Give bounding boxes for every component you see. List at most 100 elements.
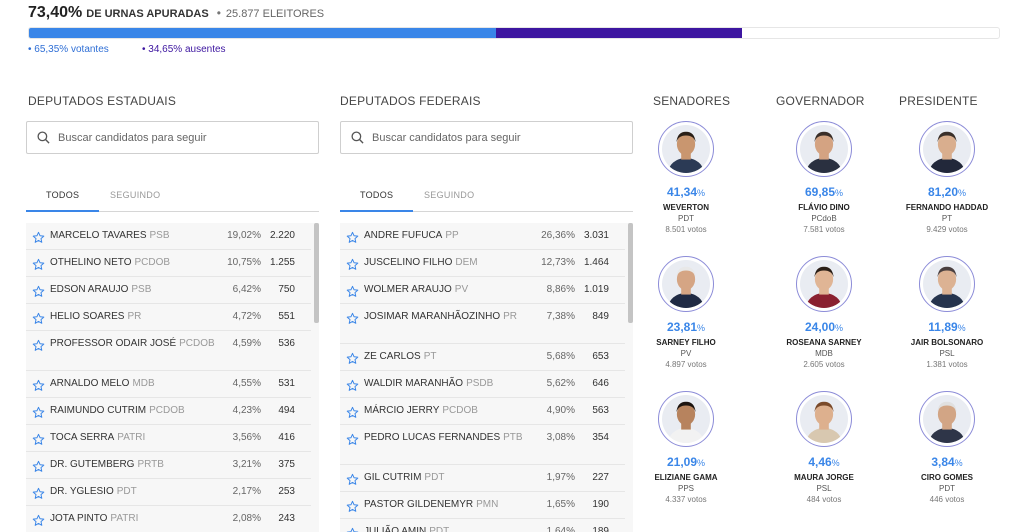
candidate-votes: 2.220	[269, 230, 295, 241]
candidate-votes: 3.031	[583, 230, 609, 241]
majority-candidate-card[interactable]: 23,81% SARNEY FILHO PV 4.897 votos	[636, 256, 736, 369]
section-title-governador: GOVERNADOR	[776, 94, 865, 108]
majority-candidate-card[interactable]: 69,85% FLÁVIO DINO PCdoB 7.581 votos	[774, 121, 874, 234]
candidate-party: PDT	[939, 484, 955, 493]
candidate-party: PATRI	[110, 513, 139, 524]
apuracao-summary: 73,40% DE URNAS APURADAS • 25.877 ELEITO…	[28, 4, 324, 22]
candidate-name-cell: MÁRCIO JERRY PCdoB	[364, 404, 534, 417]
star-follow-icon[interactable]	[346, 527, 359, 532]
tab-todos-estaduais[interactable]: TODOS	[46, 190, 79, 200]
star-follow-icon[interactable]	[346, 473, 359, 486]
candidate-votes: 551	[278, 311, 295, 322]
candidate-pct: 4,72%	[232, 311, 261, 322]
majority-candidate-card[interactable]: 81,20% FERNANDO HADDAD PT 9.429 votos	[897, 121, 997, 234]
candidate-party: PT	[423, 351, 437, 362]
majority-candidate-card[interactable]: 24,00% ROSEANA SARNEY MDB 2.605 votos	[774, 256, 874, 369]
star-follow-icon[interactable]	[32, 460, 45, 473]
label-apuradas: DE URNAS APURADAS	[86, 8, 209, 20]
pct-value: 23,81	[666, 320, 697, 334]
star-follow-icon[interactable]	[32, 379, 45, 392]
majority-candidate-card[interactable]: 21,09% ELIZIANE GAMA PPS 4.337 votos	[636, 391, 736, 504]
candidate-photo	[658, 391, 714, 447]
section-title-presidente: PRESIDENTE	[899, 94, 978, 108]
majority-candidate-card[interactable]: 3,84% CIRO GOMES PDT 446 votos	[897, 391, 997, 504]
star-follow-icon[interactable]	[32, 312, 45, 325]
candidate-name-cell: ANDRE FUFUCA PP	[364, 229, 534, 242]
candidate-party: PT	[941, 214, 953, 223]
candidate-party: PSB	[131, 284, 152, 295]
candidate-votes: 4.897 votos	[665, 360, 707, 369]
pct-apuradas: 73,40%	[28, 4, 83, 21]
candidate-name: HELIO SOARES	[50, 311, 125, 322]
star-follow-icon[interactable]	[32, 339, 45, 352]
candidate-name-cell: JUSCELINO FILHO DEM	[364, 256, 534, 269]
scrollbar-estaduais[interactable]	[314, 223, 319, 323]
candidate-name-cell: PEDRO LUCAS FERNANDES PTB	[364, 431, 534, 444]
pct-value: 21,09	[666, 455, 697, 469]
star-follow-icon[interactable]	[32, 231, 45, 244]
tab-todos-federais[interactable]: TODOS	[360, 190, 393, 200]
star-follow-icon[interactable]	[346, 285, 359, 298]
star-follow-icon[interactable]	[346, 500, 359, 513]
candidate-pct: 4,59%	[232, 338, 261, 349]
majority-candidate-card[interactable]: 11,89% JAIR BOLSONARO PSL 1.381 votos	[897, 256, 997, 369]
candidate-name: JUSCELINO FILHO	[364, 257, 453, 268]
candidate-vote-pct: 69,85%	[774, 185, 874, 199]
candidate-votes: 1.464	[583, 257, 609, 268]
candidate-vote-pct: 41,34%	[636, 185, 736, 199]
section-title-estaduais: DEPUTADOS ESTADUAIS	[28, 94, 177, 108]
candidate-name: FERNANDO HADDAD	[905, 203, 989, 212]
scrollbar-federais[interactable]	[628, 223, 633, 323]
candidate-list-federais[interactable]: ANDRE FUFUCA PP 26,36% 3.031 JUSCELINO FILHO…	[340, 223, 633, 532]
candidate-votes: 8.501 votos	[665, 225, 707, 234]
candidate-party: PCdoB	[179, 338, 215, 349]
candidate-vote-pct: 3,84%	[897, 455, 997, 469]
candidate-name: JULIÃO AMIN	[364, 526, 427, 532]
star-follow-icon[interactable]	[346, 352, 359, 365]
candidate-pct: 10,75%	[227, 257, 261, 268]
candidate-party: PSL	[816, 484, 832, 493]
candidate-name: MAURA JORGE	[794, 473, 854, 482]
pct-value: 11,89	[928, 320, 958, 334]
candidate-list-estaduais[interactable]: MARCELO TAVARES PSB 19,02% 2.220 OTHELINO NE…	[26, 223, 319, 532]
tab-seguindo-federais[interactable]: SEGUINDO	[424, 190, 474, 200]
star-follow-icon[interactable]	[32, 514, 45, 527]
search-box-estaduais	[26, 121, 319, 154]
candidate-votes: 4.337 votos	[665, 495, 707, 504]
candidate-votes: 416	[278, 432, 295, 443]
pct-value: 24,00	[804, 320, 835, 334]
star-follow-icon[interactable]	[346, 258, 359, 271]
candidate-votes: 2.605 votos	[803, 360, 845, 369]
candidate-photo	[919, 391, 975, 447]
majority-candidate-card[interactable]: 41,34% WEVERTON PDT 8.501 votos	[636, 121, 736, 234]
search-input-federais[interactable]	[372, 131, 612, 144]
star-follow-icon[interactable]	[32, 285, 45, 298]
candidate-party: PDT	[429, 526, 450, 532]
candidate-name-cell: ZE CARLOS PT	[364, 350, 534, 363]
candidate-name: WOLMER ARAUJO	[364, 284, 452, 295]
candidate-row: TOCA SERRA PATRI 3,56% 416	[26, 425, 311, 452]
candidate-party: PSDB	[466, 378, 494, 389]
candidate-row: MÁRCIO JERRY PCdoB 4,90% 563	[340, 398, 625, 425]
majority-candidate-card[interactable]: 4,46% MAURA JORGE PSL 484 votos	[774, 391, 874, 504]
search-input-estaduais[interactable]	[58, 131, 298, 144]
star-follow-icon[interactable]	[32, 487, 45, 500]
candidate-pct: 5,62%	[546, 378, 575, 389]
candidate-pct: 19,02%	[227, 230, 261, 241]
star-follow-icon[interactable]	[346, 231, 359, 244]
pct-symbol: %	[835, 188, 844, 198]
star-follow-icon[interactable]	[346, 406, 359, 419]
tab-seguindo-estaduais[interactable]: SEGUINDO	[110, 190, 160, 200]
star-follow-icon[interactable]	[346, 433, 359, 446]
star-follow-icon[interactable]	[32, 258, 45, 271]
pct-symbol: %	[958, 188, 967, 198]
candidate-photo	[658, 121, 714, 177]
pct-value: 3,84	[931, 455, 955, 469]
candidate-name: WEVERTON	[662, 203, 710, 212]
candidate-party: PR	[503, 311, 518, 322]
star-follow-icon[interactable]	[32, 406, 45, 419]
star-follow-icon[interactable]	[32, 433, 45, 446]
star-follow-icon[interactable]	[346, 312, 359, 325]
turnout-progress-bar	[28, 27, 1000, 39]
star-follow-icon[interactable]	[346, 379, 359, 392]
